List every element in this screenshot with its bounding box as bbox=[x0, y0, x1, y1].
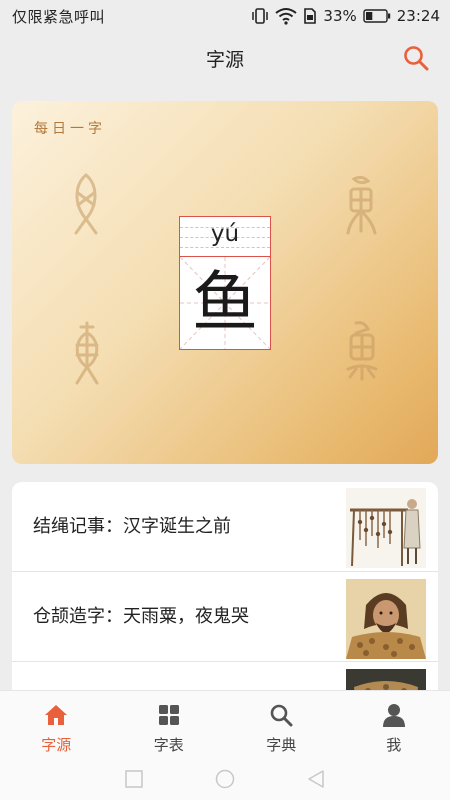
home-icon bbox=[43, 702, 69, 728]
seal-fish-glyph-bottom-right bbox=[346, 321, 378, 381]
daily-character-label: 每日一字 bbox=[34, 121, 106, 137]
bronze-fish-glyph-top-right bbox=[346, 175, 377, 235]
search-icon bbox=[268, 702, 294, 728]
clock-time: 23:24 bbox=[396, 7, 440, 25]
tab-label: 字源 bbox=[41, 736, 72, 754]
recent-apps-button[interactable] bbox=[125, 770, 143, 792]
square-icon bbox=[125, 770, 143, 788]
tab-wo[interactable]: 我 bbox=[338, 691, 450, 762]
oracle-fish-glyph-top-left bbox=[74, 173, 98, 235]
circle-icon bbox=[215, 769, 235, 789]
hanzi-area: 鱼 bbox=[180, 257, 270, 349]
daily-character-card[interactable]: 每日一字 yú 鱼 bbox=[12, 101, 438, 464]
bottom-tab-bar: 字源 字表 字典 我 bbox=[0, 690, 450, 762]
character-pinyin: yú bbox=[210, 221, 240, 247]
pinyin-guideline bbox=[180, 247, 270, 248]
status-bar: 仅限紧急呼叫 33% 23:24 bbox=[0, 0, 450, 32]
search-icon bbox=[404, 46, 429, 71]
page-title: 字源 bbox=[205, 48, 244, 71]
article-title: 结绳记事：汉字诞生之前 bbox=[33, 516, 231, 537]
daily-character: 鱼 bbox=[192, 264, 258, 341]
article-item[interactable]: 仓颉造字：天雨粟，夜鬼哭 bbox=[12, 572, 438, 662]
article-title: 仓颉造字：天雨粟，夜鬼哭 bbox=[33, 606, 249, 627]
sim-icon bbox=[303, 7, 317, 25]
system-navigation-bar bbox=[0, 762, 450, 800]
tab-label: 字表 bbox=[153, 736, 184, 754]
battery-icon bbox=[363, 9, 391, 23]
oracle-fish-glyph-bottom-left bbox=[75, 321, 99, 385]
article-thumbnail-knotted-rope bbox=[346, 488, 426, 568]
article-list: 结绳记事：汉字诞生之前 仓颉造字：天雨粟，夜鬼哭 bbox=[12, 482, 438, 722]
article-item[interactable]: 结绳记事：汉字诞生之前 bbox=[12, 482, 438, 572]
back-triangle-icon bbox=[308, 770, 324, 788]
status-icons: 33% 23:24 bbox=[251, 7, 440, 25]
carrier-text: 仅限紧急呼叫 bbox=[12, 7, 106, 26]
wifi-icon bbox=[275, 7, 298, 25]
tab-label: 字典 bbox=[266, 736, 297, 754]
search-button[interactable] bbox=[402, 44, 430, 72]
vibrate-icon bbox=[251, 7, 269, 25]
app-header: 字源 bbox=[0, 32, 450, 84]
battery-percent: 33% bbox=[323, 7, 357, 25]
tab-zibiao[interactable]: 字表 bbox=[113, 691, 226, 762]
tab-ziyuan[interactable]: 字源 bbox=[0, 691, 113, 762]
character-tianzige-box: yú 鱼 bbox=[179, 216, 271, 350]
grid-icon bbox=[156, 702, 182, 728]
back-button[interactable] bbox=[307, 769, 325, 793]
article-thumbnail-cangjie bbox=[346, 579, 426, 659]
pinyin-area: yú bbox=[180, 217, 270, 257]
home-button[interactable] bbox=[215, 769, 235, 793]
tab-label: 我 bbox=[386, 736, 402, 754]
person-icon bbox=[381, 702, 407, 728]
tab-zidian[interactable]: 字典 bbox=[225, 691, 338, 762]
